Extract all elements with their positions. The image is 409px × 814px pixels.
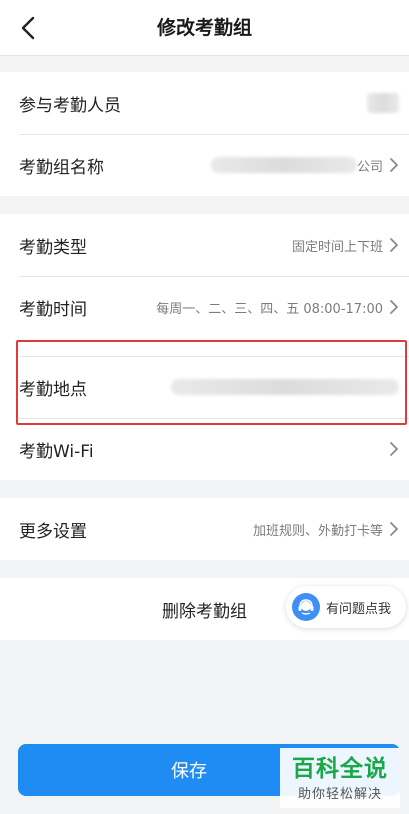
- members-value: [367, 93, 399, 113]
- members-row[interactable]: 参与考勤人员: [0, 72, 409, 134]
- attendance-time-row[interactable]: 考勤时间 每周一、二、三、四、五 08:00-17:00: [0, 276, 409, 338]
- more-settings-text: 加班规则、外勤打卡等: [252, 523, 383, 539]
- attendance-wifi-label: 考勤Wi-Fi: [19, 441, 94, 462]
- help-button[interactable]: 有问题点我: [286, 586, 406, 628]
- nav-bar: 修改考勤组: [0, 0, 409, 56]
- location-highlight-frame: [16, 340, 407, 425]
- page-title: 修改考勤组: [156, 17, 252, 39]
- group-name-suffix: 公司: [356, 159, 383, 175]
- attendance-time-value: 每周一、二、三、四、五 08:00-17:00: [156, 298, 399, 317]
- watermark-subtitle: 助你轻松解决: [297, 786, 382, 802]
- attendance-wifi-value: [383, 442, 399, 456]
- more-settings-row[interactable]: 更多设置 加班规则、外勤打卡等: [0, 498, 409, 560]
- chevron-right-icon: [390, 238, 398, 252]
- attendance-type-row[interactable]: 考勤类型 固定时间上下班: [0, 214, 409, 276]
- group-name-value: 公司: [210, 156, 399, 175]
- group-name-blurred: [210, 157, 357, 173]
- attendance-type-text: 固定时间上下班: [291, 239, 383, 255]
- chevron-right-icon: [390, 442, 398, 456]
- customer-service-icon: [292, 593, 320, 621]
- group-name-row[interactable]: 考勤组名称 公司: [0, 134, 409, 196]
- chevron-right-icon: [390, 522, 398, 536]
- attendance-type-value: 固定时间上下班: [292, 236, 399, 255]
- watermark-title: 百科全说: [292, 755, 388, 782]
- more-settings-value: 加班规则、外勤打卡等: [253, 520, 399, 539]
- chevron-right-icon: [390, 158, 398, 172]
- attendance-type-label: 考勤类型: [19, 237, 87, 258]
- attendance-wifi-row[interactable]: 考勤Wi-Fi: [0, 418, 409, 480]
- delete-group-label: 删除考勤组: [162, 601, 247, 622]
- members-avatar-blurred: [367, 93, 399, 113]
- basic-info-group: 参与考勤人员 考勤组名称 公司: [0, 72, 409, 196]
- group-name-label: 考勤组名称: [19, 157, 104, 178]
- more-settings-group: 更多设置 加班规则、外勤打卡等: [0, 498, 409, 560]
- chevron-right-icon: [390, 300, 398, 314]
- more-settings-label: 更多设置: [19, 521, 87, 542]
- members-label: 参与考勤人员: [19, 95, 121, 116]
- attendance-time-label: 考勤时间: [19, 299, 87, 320]
- save-label: 保存: [171, 761, 207, 782]
- help-label: 有问题点我: [326, 601, 392, 617]
- attendance-time-text: 每周一、二、三、四、五 08:00-17:00: [156, 301, 383, 317]
- watermark-logo: 百科全说 助你轻松解决: [280, 748, 400, 808]
